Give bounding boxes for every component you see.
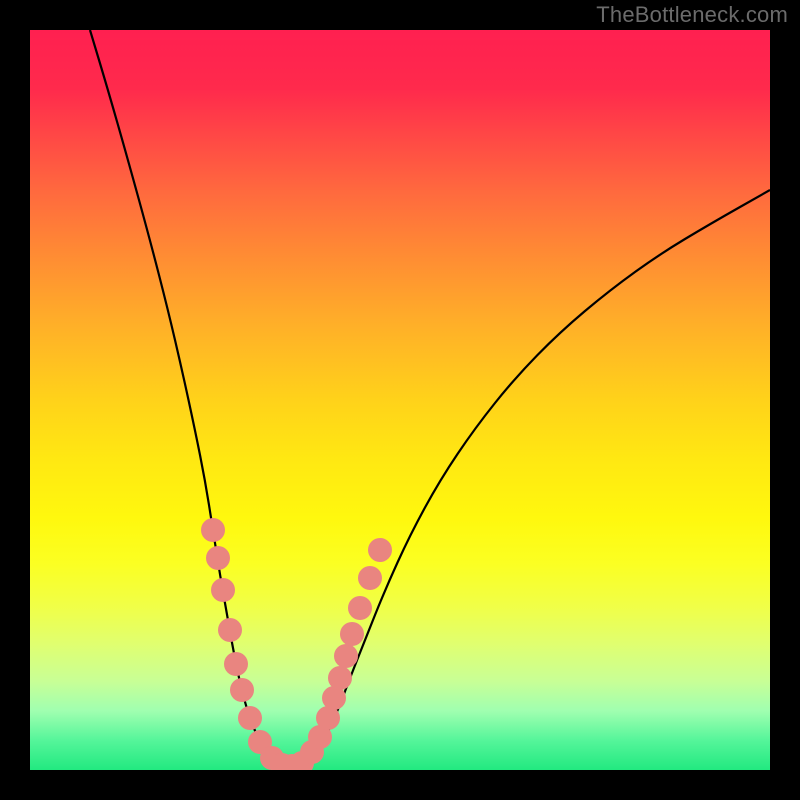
chart-container: TheBottleneck.com [0,0,800,800]
watermark-text: TheBottleneck.com [596,2,788,28]
data-dot [206,546,230,570]
data-dot [211,578,235,602]
data-dot [358,566,382,590]
data-dot [218,618,242,642]
data-dot [334,644,358,668]
data-dot [201,518,225,542]
curve-layer [30,30,770,770]
left-curve [90,30,290,768]
right-curve [290,190,770,768]
data-dot [238,706,262,730]
data-dot [328,666,352,690]
data-dot [340,622,364,646]
data-dot [230,678,254,702]
data-dot [224,652,248,676]
data-dot [348,596,372,620]
plot-area [30,30,770,770]
data-dot [368,538,392,562]
